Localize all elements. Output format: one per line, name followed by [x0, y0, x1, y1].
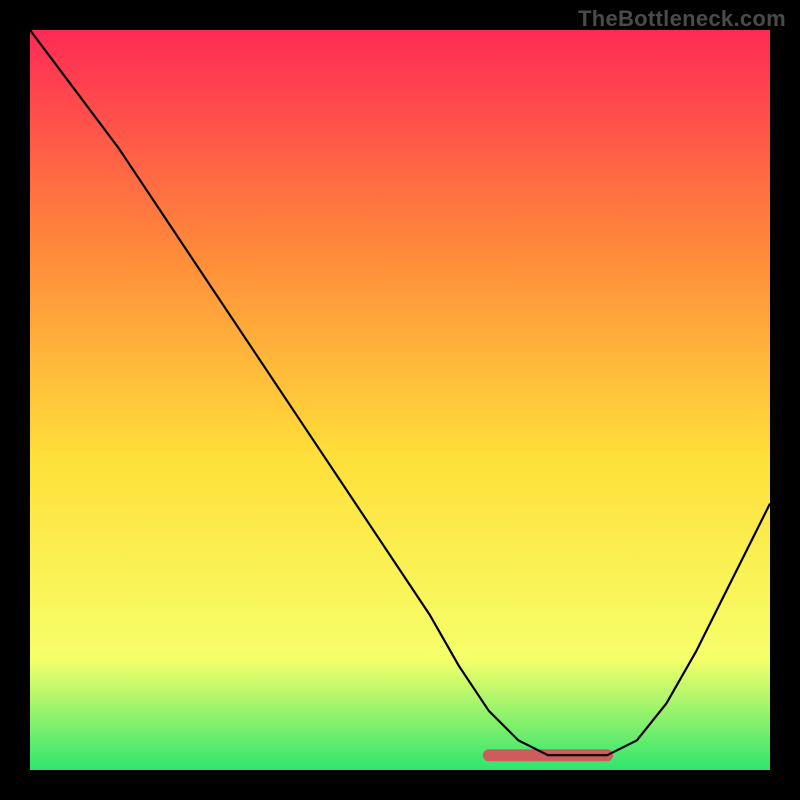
chart-svg: [30, 30, 770, 770]
plot-area: [30, 30, 770, 770]
watermark-text: TheBottleneck.com: [578, 6, 786, 32]
gradient-background: [30, 30, 770, 770]
chart-frame: TheBottleneck.com: [0, 0, 800, 800]
